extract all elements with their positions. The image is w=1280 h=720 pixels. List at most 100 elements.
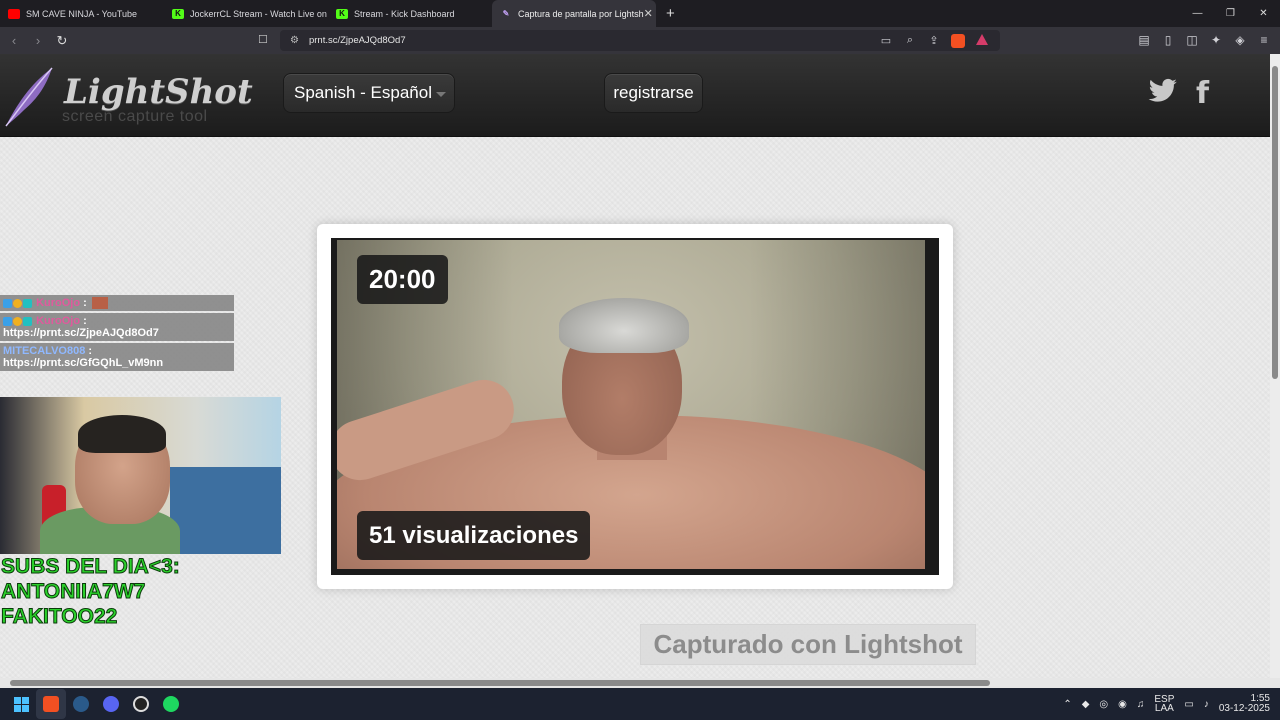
language-selector[interactable]: Spanish - Español: [283, 73, 455, 113]
site-info-icon[interactable]: ⚙: [290, 35, 299, 46]
network-icon[interactable]: ▭: [1179, 699, 1198, 710]
vertical-scrollbar[interactable]: [1270, 54, 1280, 678]
sub-name: FAKITOO22: [1, 605, 118, 629]
clock[interactable]: 1:55 03-12-2025: [1214, 694, 1280, 714]
back-icon[interactable]: ‹: [4, 33, 24, 48]
tab-title: Captura de pantalla por Lightsh: [518, 8, 644, 19]
emote-icon: [91, 297, 108, 310]
taskbar-spotify[interactable]: [156, 689, 186, 719]
chat-username: KuroOjo: [36, 315, 81, 328]
input-language[interactable]: ESP LAA: [1149, 695, 1179, 714]
lightshot-page: LightShot screen capture tool Spanish - …: [0, 54, 1270, 678]
spotify-icon: [163, 696, 179, 712]
steam-tray-icon[interactable]: ◆: [1077, 699, 1095, 710]
youtube-icon: [8, 8, 20, 19]
toolbar-right: ▤ ▯ ◫ ✦ ◈ ≡: [1134, 30, 1274, 51]
chat-message: MITECALVO808 : https://prnt.sc/GfGQhL_vM…: [0, 343, 234, 372]
tab-title: SM CAVE NINJA - YouTube: [26, 8, 138, 19]
logo-name: LightShot: [64, 72, 253, 112]
address-bar[interactable]: ⚙ prnt.sc/ZjpeAJQd8Od7 ▭ ⌕ ⇪: [280, 30, 1000, 51]
chat-message: KuroOjo : https://prnt.sc/ZjpeAJQd8Od7: [0, 313, 234, 342]
screenshot-image[interactable]: 20:00 51 visualizaciones: [331, 238, 939, 575]
brave-rewards-icon[interactable]: [972, 34, 992, 51]
taskbar-discord[interactable]: [96, 689, 126, 719]
subs-title: SUBS DEL DIA<3:: [1, 555, 181, 579]
chat-username: KuroOjo: [36, 297, 81, 309]
webcam-overlay: [0, 397, 281, 554]
url-text: prnt.sc/ZjpeAJQd8Od7: [308, 35, 406, 46]
kick-icon: K: [172, 8, 184, 19]
discord-tray-icon[interactable]: ◉: [1113, 699, 1132, 710]
feather-logo-icon: [5, 67, 53, 127]
discord-icon: [103, 696, 119, 712]
new-tab-button[interactable]: +: [666, 5, 675, 22]
reload-icon[interactable]: ↻: [52, 33, 72, 49]
vpn-icon[interactable]: ◈: [1230, 30, 1250, 51]
language-label: Spanish - Español: [294, 83, 432, 102]
kick-icon: K: [336, 8, 348, 19]
mic-tray-icon[interactable]: ♫: [1132, 699, 1150, 710]
timer-label: 20:00: [357, 255, 448, 304]
logo-tagline: screen capture tool: [62, 108, 208, 125]
facebook-icon[interactable]: f: [1196, 76, 1209, 111]
obs-icon: [133, 696, 149, 712]
split-view-icon[interactable]: ▯: [1158, 30, 1178, 51]
system-tray: ⌃ ◆ ◎ ◉ ♫ ESP LAA ▭ ♪ 1:55 03-12-2025: [1058, 688, 1280, 720]
badge-icon: [23, 316, 32, 326]
chat-message: KuroOjo :: [0, 295, 234, 312]
window-controls: — ❐ ✕: [1181, 0, 1280, 27]
share-icon[interactable]: ⇪: [924, 34, 944, 51]
bookmark-icon[interactable]: ☐: [258, 33, 268, 46]
start-button[interactable]: [6, 689, 36, 719]
horizontal-scrollbar[interactable]: [0, 678, 1280, 688]
subs-of-the-day: SUBS DEL DIA<3: ANTONIIA7W7 FAKITOO22: [1, 554, 181, 629]
twitter-icon[interactable]: [1148, 78, 1178, 104]
taskbar: ⌃ ◆ ◎ ◉ ♫ ESP LAA ▭ ♪ 1:55 03-12-2025: [0, 688, 1280, 720]
wallet-icon[interactable]: ◫: [1182, 30, 1202, 51]
video-still: 20:00 51 visualizaciones: [337, 240, 925, 569]
steam-icon: [73, 696, 89, 712]
views-label: 51 visualizaciones: [357, 511, 591, 560]
menu-icon[interactable]: ≡: [1254, 30, 1274, 51]
chat-text: https://prnt.sc/ZjpeAJQd8Od7: [3, 327, 159, 340]
forward-icon[interactable]: ›: [28, 33, 48, 48]
taskbar-obs[interactable]: [126, 689, 156, 719]
obs-tray-icon[interactable]: ◎: [1094, 699, 1113, 710]
tab-title: Stream - Kick Dashboard: [354, 8, 455, 19]
sidebar-icon[interactable]: ▤: [1134, 30, 1154, 51]
taskbar-brave[interactable]: [36, 689, 66, 719]
tab-title: JockerrCL Stream - Watch Live on Ki: [190, 8, 328, 19]
badge-icon: [3, 298, 12, 308]
captured-with-badge[interactable]: Capturado con Lightshot: [640, 624, 976, 665]
chat-text: https://prnt.sc/GfGQhL_vM9nn: [3, 357, 164, 370]
stream-chat-overlay: KuroOjo : KuroOjo : https://prnt.sc/Zjpe…: [0, 295, 234, 373]
screenshot-frame: 20:00 51 visualizaciones: [317, 224, 953, 589]
chevron-up-icon[interactable]: ⌃: [1058, 699, 1076, 710]
close-tab-icon[interactable]: ✕: [644, 7, 653, 20]
register-button[interactable]: registrarse: [604, 73, 703, 113]
cast-icon[interactable]: ▭: [876, 34, 896, 51]
windows-icon: [13, 696, 29, 712]
taskbar-steam[interactable]: [66, 689, 96, 719]
leo-ai-icon[interactable]: ✦: [1206, 30, 1226, 51]
chat-username: MITECALVO808: [3, 345, 86, 358]
restore-icon[interactable]: ❐: [1214, 0, 1247, 27]
tab-lightshot[interactable]: ✎ Captura de pantalla por Lightsh ✕: [492, 0, 656, 27]
site-header: LightShot screen capture tool Spanish - …: [0, 54, 1270, 137]
brave-shields-icon[interactable]: [948, 34, 968, 51]
tab-strip: SM CAVE NINJA - YouTube K JockerrCL Stre…: [0, 0, 1280, 27]
zoom-icon[interactable]: ⌕: [900, 34, 920, 51]
badge-icon: [3, 316, 12, 326]
tab-youtube[interactable]: SM CAVE NINJA - YouTube: [0, 0, 164, 27]
tab-kick-stream[interactable]: K JockerrCL Stream - Watch Live on Ki: [164, 0, 328, 27]
minimize-icon[interactable]: —: [1181, 0, 1214, 27]
sub-name: ANTONIIA7W7: [1, 580, 146, 604]
brave-icon: [43, 696, 59, 712]
tab-kick-dashboard[interactable]: K Stream - Kick Dashboard: [328, 0, 492, 27]
close-window-icon[interactable]: ✕: [1247, 0, 1280, 27]
chevron-down-icon: [436, 92, 446, 97]
lightshot-logo[interactable]: LightShot screen capture tool: [0, 62, 253, 132]
address-actions: ▭ ⌕ ⇪: [876, 34, 992, 51]
badge-icon: [13, 316, 22, 326]
volume-icon[interactable]: ♪: [1199, 699, 1214, 710]
